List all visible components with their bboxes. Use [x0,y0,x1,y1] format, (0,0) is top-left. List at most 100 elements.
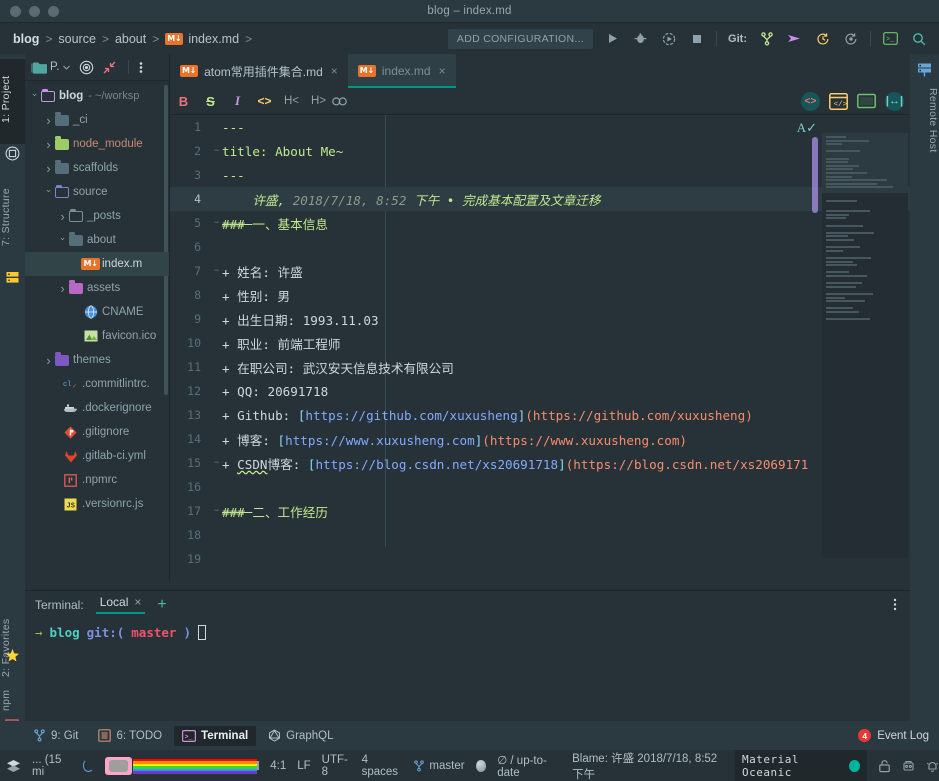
tree-node-assets[interactable]: assets [25,276,169,300]
chevron-right-icon[interactable] [43,137,54,152]
event-log-area[interactable]: 4 Event Log [858,729,939,742]
tree-node-blog[interactable]: blog - ~/worksp [25,84,169,108]
tree-node-index-md[interactable]: M↓ index.m [25,252,169,276]
sidebar-item-structure[interactable]: 7: Structure [0,170,25,265]
italic-button[interactable]: I [224,93,251,109]
tree-node-npmrc[interactable]: .npmrc [25,468,169,492]
breadcrumb-item-source[interactable]: source [58,32,96,46]
chevron-right-icon[interactable] [43,113,54,128]
caret-position[interactable]: 4:1 [270,760,286,772]
html-preview-icon[interactable]: <> [801,91,820,111]
tree-node-versionrc[interactable]: JS .versionrc.js [25,492,169,516]
inspections-widget-icon[interactable]: A✓ [797,120,817,136]
memory-indicator[interactable]: ... (15 mi [32,754,72,778]
terminal-tab-local[interactable]: Local × [95,595,146,614]
branch-widget[interactable]: master [413,760,465,772]
git-rollback-icon[interactable] [842,30,859,47]
sidebar-item-remote-host[interactable]: Remote Host [910,88,939,153]
inspector-icon[interactable] [902,759,915,773]
chevron-right-icon[interactable] [57,209,68,224]
layers-icon[interactable] [6,759,21,773]
tree-node-scaffolds[interactable]: scaffolds [25,156,169,180]
blame-widget[interactable]: Blame: 许盛 2018/7/18, 8:52 下午 [572,750,724,781]
tree-node-source[interactable]: source [25,180,169,204]
tree-node-about[interactable]: about [25,228,169,252]
tree-node-dockerignore[interactable]: .dockerignore [25,396,169,420]
terminal-icon[interactable]: >_ [882,30,899,47]
link-button[interactable] [332,96,359,107]
tree-node-gitignore[interactable]: .gitignore [25,420,169,444]
tree-node-themes[interactable]: themes [25,348,169,372]
fold-marker[interactable]: − [211,506,222,516]
list-text: 姓名: 许盛 [237,264,303,280]
tree-node-posts[interactable]: _posts [25,204,169,228]
editor-minimap[interactable] [822,133,908,558]
heading-up-button[interactable]: H< [278,95,305,107]
chevron-down-icon[interactable] [43,187,54,198]
sidebar-item-npm[interactable]: npm [0,679,25,721]
chevron-down-icon[interactable] [57,235,68,246]
run-icon[interactable] [604,30,621,47]
close-terminal-tab-icon[interactable]: × [134,595,141,609]
stop-icon[interactable] [688,30,705,47]
file-encoding[interactable]: UTF-8 [322,754,351,778]
browser-preview-icon[interactable]: </> [829,92,848,110]
split-editor-icon[interactable]: |↔| [885,91,904,111]
chevron-right-icon[interactable] [43,161,54,176]
event-log-label[interactable]: Event Log [877,730,929,742]
fold-marker[interactable]: − [211,266,222,276]
tree-node-gitlab-ci[interactable]: .gitlab-ci.yml [25,444,169,468]
terminal-output[interactable]: → blog git:( master ) [25,618,939,640]
git-history-icon[interactable] [814,30,831,47]
editor-scrollbar[interactable] [812,137,818,213]
strikethrough-button[interactable]: S [197,94,224,109]
sidebar-item-project[interactable]: 1: Project [0,59,25,144]
lock-icon[interactable] [878,759,891,773]
breadcrumb-item-index-md[interactable]: index.md [188,32,239,46]
tree-node-ci[interactable]: _ci [25,108,169,132]
fold-marker[interactable]: − [211,218,222,228]
add-configuration-button[interactable]: ADD CONFIGURATION... [447,28,594,49]
tool-button-terminal[interactable]: >_ Terminal [174,725,257,746]
theme-widget[interactable]: Material Oceanic [735,749,867,781]
chevron-down-icon[interactable] [29,91,40,102]
bold-button[interactable]: B [170,94,197,109]
vcs-status-text[interactable]: ∅ / up-to-date [497,753,561,779]
heading-down-button[interactable]: H> [305,95,332,107]
fold-marker[interactable]: − [211,146,222,156]
breadcrumb-item-blog[interactable]: blog [13,32,39,46]
project-panel-title[interactable]: P. [31,61,71,74]
more-options-icon[interactable] [139,60,143,75]
line-separator[interactable]: LF [297,760,310,772]
debug-icon[interactable] [632,30,649,47]
editor-tab-index-md[interactable]: M↓ index.md × [347,54,456,88]
tree-node-favicon[interactable]: favicon.ico [25,324,169,348]
chevron-right-icon[interactable] [57,281,68,296]
tool-button-git[interactable]: 9: Git [25,725,86,746]
tree-node-commitlintrc[interactable]: cl ✓ .commitlintrc. [25,372,169,396]
notification-icon[interactable] [926,759,939,773]
code-editor[interactable]: 1 --- 2 − title: About Me~ 3 --- 4 许盛, 2… [170,115,910,581]
more-options-icon[interactable] [893,597,897,612]
search-everywhere-icon[interactable] [910,30,927,47]
fold-marker[interactable]: − [211,458,222,468]
locate-file-icon[interactable] [79,60,94,75]
editor-tab-atom[interactable]: M↓ atom常用插件集合.md × [170,54,348,88]
close-tab-icon[interactable]: × [331,64,338,78]
git-branch-icon[interactable] [758,30,775,47]
preview-panel-icon[interactable] [857,93,876,109]
breadcrumb-item-about[interactable]: about [115,32,146,46]
code-button[interactable]: <> [251,94,278,108]
tool-button-todo[interactable]: 6: TODO [90,725,170,746]
run-with-coverage-icon[interactable] [660,30,677,47]
tool-button-graphql[interactable]: GraphQL [260,725,341,746]
collapse-all-icon[interactable] [102,60,117,75]
new-terminal-tab-button[interactable]: + [157,596,166,614]
git-push-icon[interactable] [786,30,803,47]
tree-node-node-modules[interactable]: node_module [25,132,169,156]
close-tab-icon[interactable]: × [439,64,446,78]
chevron-right-icon[interactable] [43,353,54,368]
tree-node-cname[interactable]: CNAME [25,300,169,324]
indent-setting[interactable]: 4 spaces [362,754,403,778]
project-tree[interactable]: blog - ~/worksp _ci node_module scaffold… [25,81,169,579]
